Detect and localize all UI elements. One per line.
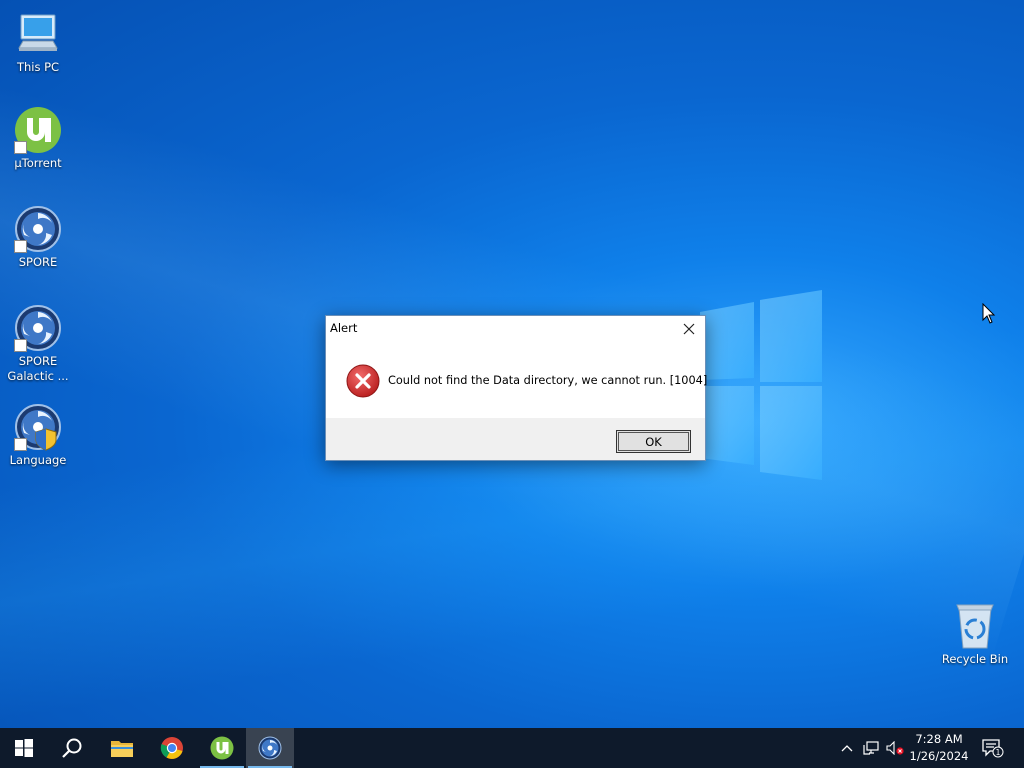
- volume-button[interactable]: [884, 728, 906, 768]
- ok-button[interactable]: OK: [616, 430, 691, 453]
- search-icon: [62, 738, 82, 758]
- spore-taskbar-button[interactable]: [246, 728, 294, 768]
- desktop-icon-label: Recycle Bin: [941, 652, 1009, 666]
- close-button[interactable]: [673, 316, 705, 342]
- network-icon: [863, 741, 879, 755]
- desktop-icon-utorrent[interactable]: µTorrent: [0, 106, 76, 171]
- network-button[interactable]: [860, 728, 882, 768]
- clock-time: 7:28 AM: [915, 732, 963, 746]
- show-hidden-icons-button[interactable]: [836, 728, 858, 768]
- close-icon: [683, 323, 695, 335]
- volume-muted-icon: [886, 741, 904, 755]
- dialog-title: Alert: [330, 321, 358, 335]
- this-pc-icon: [18, 14, 58, 51]
- shortcut-arrow-icon: [14, 240, 27, 253]
- dialog-message: Could not find the Data directory, we ca…: [388, 374, 708, 387]
- mouse-cursor-icon: [982, 303, 996, 324]
- file-explorer-button[interactable]: [98, 728, 146, 768]
- desktop-icon-spore-galactic[interactable]: SPORE Galactic ...: [0, 304, 76, 384]
- utorrent-icon: [210, 736, 234, 760]
- folder-icon: [111, 741, 133, 757]
- search-button[interactable]: [48, 728, 96, 768]
- utorrent-taskbar-button[interactable]: [198, 728, 246, 768]
- desktop-icon-label: µTorrent: [14, 156, 62, 170]
- dialog-footer: OK: [326, 418, 705, 460]
- shortcut-arrow-icon: [14, 339, 27, 352]
- action-center-button[interactable]: 1: [978, 728, 1008, 768]
- desktop-icon-label: SPORE Galactic ...: [7, 354, 69, 383]
- dialog-body: Could not find the Data directory, we ca…: [326, 346, 708, 418]
- error-icon: [346, 364, 380, 398]
- recycle-bin-icon: [956, 604, 994, 649]
- desktop-icon-this-pc[interactable]: This PC: [0, 10, 76, 75]
- desktop-icon-label: SPORE: [18, 255, 58, 269]
- chrome-button[interactable]: [148, 728, 196, 768]
- clock-date: 1/26/2024: [909, 749, 969, 763]
- desktop-icon-language[interactable]: Language: [0, 403, 76, 468]
- taskbar: 7:28 AM 1/26/2024 1: [0, 728, 1024, 768]
- windows-start-icon: [15, 739, 33, 757]
- desktop: This PC µTorrent SPORE SPORE Galactic ..…: [0, 0, 1024, 768]
- desktop-icon-label: This PC: [16, 60, 60, 74]
- notification-icon: 1: [982, 739, 1004, 758]
- desktop-icon-recycle-bin[interactable]: Recycle Bin: [937, 602, 1013, 667]
- desktop-icon-spore[interactable]: SPORE: [0, 205, 76, 270]
- notification-count-badge: 1: [996, 748, 1001, 757]
- shortcut-arrow-icon: [14, 438, 27, 451]
- chrome-icon: [160, 737, 183, 759]
- windows-wallpaper-logo: [700, 290, 822, 480]
- shortcut-arrow-icon: [14, 141, 27, 154]
- clock[interactable]: 7:28 AM 1/26/2024: [906, 731, 972, 765]
- spore-icon: [258, 736, 282, 760]
- chevron-up-icon: [841, 745, 853, 752]
- alert-dialog: Alert Could not find the Data directory,…: [325, 315, 708, 461]
- start-button[interactable]: [0, 728, 48, 768]
- desktop-icon-label: Language: [9, 453, 67, 467]
